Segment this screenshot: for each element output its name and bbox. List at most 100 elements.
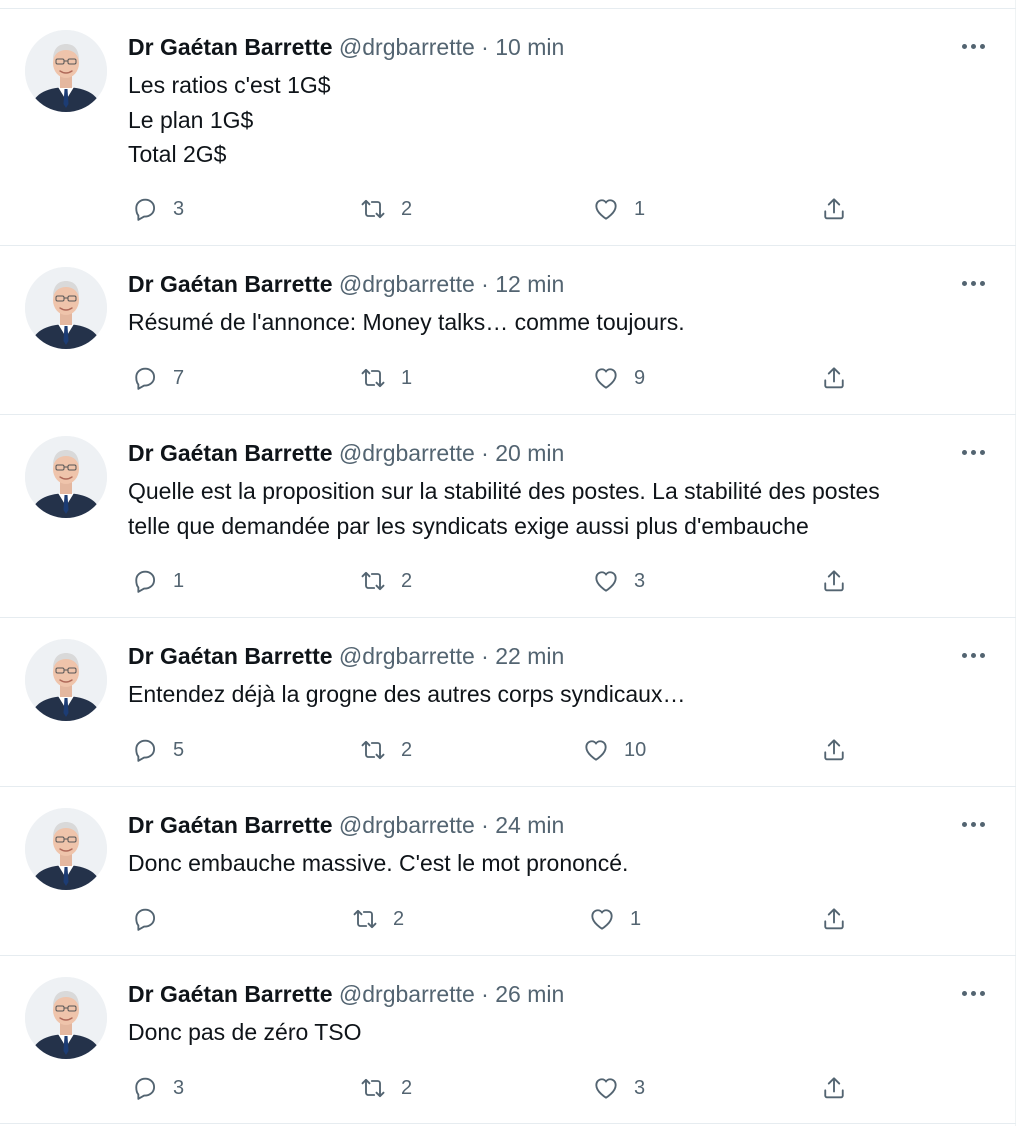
tweet-text: Les ratios c'est 1G$ Le plan 1G$ Total 2… — [128, 68, 331, 172]
reply-count: 7 — [173, 366, 185, 389]
more-icon[interactable] — [956, 817, 990, 831]
avatar[interactable] — [25, 30, 107, 112]
tweet-text: Entendez déjà la grogne des autres corps… — [128, 677, 685, 712]
separator: · — [481, 643, 489, 669]
author-name[interactable]: Dr Gaétan Barrette — [128, 981, 333, 1007]
tweet-actions: 3 2 1 — [128, 192, 868, 226]
like-count: 1 — [634, 197, 646, 220]
reply-button[interactable]: 3 — [131, 192, 184, 226]
retweet-count: 2 — [393, 907, 405, 930]
author-name[interactable]: Dr Gaétan Barrette — [128, 440, 333, 466]
tweet-text-line: telle que demandée par les syndicats exi… — [128, 512, 809, 539]
avatar[interactable] — [25, 639, 107, 721]
more-icon[interactable] — [956, 276, 990, 290]
retweet-count: 2 — [401, 1076, 413, 1099]
separator: · — [481, 812, 489, 838]
tweet-header: Dr Gaétan Barrette @drgbarrette · 22 min — [128, 642, 564, 670]
reply-icon — [131, 736, 159, 764]
tweet-text: Donc embauche massive. C'est le mot pron… — [128, 846, 628, 881]
like-button[interactable]: 9 — [592, 361, 645, 395]
like-button[interactable]: 1 — [592, 192, 645, 226]
author-name[interactable]: Dr Gaétan Barrette — [128, 643, 333, 669]
tweet[interactable]: Dr Gaétan Barrette @drgbarrette · 24 min… — [0, 786, 1016, 955]
author-handle[interactable]: @drgbarrette — [339, 440, 475, 466]
tweet-text: Donc pas de zéro TSO — [128, 1015, 362, 1050]
author-handle[interactable]: @drgbarrette — [339, 812, 475, 838]
like-count: 10 — [624, 738, 647, 761]
avatar[interactable] — [25, 808, 107, 890]
author-name[interactable]: Dr Gaétan Barrette — [128, 271, 333, 297]
retweet-count: 2 — [401, 738, 413, 761]
author-name[interactable]: Dr Gaétan Barrette — [128, 812, 333, 838]
share-button[interactable] — [820, 192, 848, 226]
share-button[interactable] — [820, 1071, 848, 1105]
tweet-header: Dr Gaétan Barrette @drgbarrette · 12 min — [128, 270, 564, 298]
reply-count: 5 — [173, 738, 185, 761]
like-count: 9 — [634, 366, 646, 389]
like-count: 3 — [634, 569, 646, 592]
tweet-actions: 7 1 9 — [128, 361, 868, 395]
share-button[interactable] — [820, 902, 848, 936]
avatar[interactable] — [25, 977, 107, 1059]
heart-icon — [592, 1074, 620, 1102]
author-name[interactable]: Dr Gaétan Barrette — [128, 34, 333, 60]
retweet-button[interactable]: 2 — [359, 1071, 412, 1105]
avatar[interactable] — [25, 436, 107, 518]
author-handle[interactable]: @drgbarrette — [339, 643, 475, 669]
tweet-time[interactable]: 24 min — [495, 812, 564, 838]
reply-count: 1 — [173, 569, 185, 592]
tweet[interactable]: Dr Gaétan Barrette @drgbarrette · 20 min… — [0, 414, 1016, 617]
tweet[interactable]: Dr Gaétan Barrette @drgbarrette · 26 min… — [0, 955, 1016, 1124]
retweet-icon — [359, 1074, 387, 1102]
like-button[interactable]: 3 — [592, 564, 645, 598]
reply-icon — [131, 364, 159, 392]
share-button[interactable] — [820, 564, 848, 598]
heart-icon — [592, 364, 620, 392]
more-icon[interactable] — [956, 986, 990, 1000]
reply-icon — [131, 1074, 159, 1102]
reply-button[interactable]: 1 — [131, 564, 184, 598]
reply-button[interactable] — [131, 902, 173, 936]
tweet-text-line: Les ratios c'est 1G$ — [128, 72, 331, 98]
reply-icon — [131, 195, 159, 223]
retweet-count: 1 — [401, 366, 413, 389]
reply-button[interactable]: 3 — [131, 1071, 184, 1105]
like-button[interactable]: 10 — [582, 733, 646, 767]
author-handle[interactable]: @drgbarrette — [339, 981, 475, 1007]
more-icon[interactable] — [956, 445, 990, 459]
avatar[interactable] — [25, 267, 107, 349]
share-button[interactable] — [820, 733, 848, 767]
reply-icon — [131, 567, 159, 595]
tweet-actions: 3 2 3 — [128, 1071, 868, 1105]
tweet-actions: 2 1 — [128, 902, 868, 936]
author-handle[interactable]: @drgbarrette — [339, 271, 475, 297]
tweet-time[interactable]: 10 min — [495, 34, 564, 60]
more-icon[interactable] — [956, 39, 990, 53]
tweet-text-line: Donc embauche massive. C'est le mot pron… — [128, 850, 629, 876]
retweet-button[interactable]: 1 — [359, 361, 412, 395]
reply-button[interactable]: 7 — [131, 361, 184, 395]
retweet-button[interactable]: 2 — [359, 733, 412, 767]
tweet[interactable]: Dr Gaétan Barrette @drgbarrette · 12 min… — [0, 245, 1016, 414]
tweet[interactable]: Dr Gaétan Barrette @drgbarrette · 22 min… — [0, 617, 1016, 786]
retweet-button[interactable]: 2 — [351, 902, 404, 936]
tweet-time[interactable]: 26 min — [495, 981, 564, 1007]
more-icon[interactable] — [956, 648, 990, 662]
like-button[interactable]: 1 — [588, 902, 641, 936]
tweet-time[interactable]: 20 min — [495, 440, 564, 466]
like-button[interactable]: 3 — [592, 1071, 645, 1105]
share-button[interactable] — [820, 361, 848, 395]
tweet[interactable]: Dr Gaétan Barrette @drgbarrette · 10 min… — [0, 8, 1016, 245]
tweet-time[interactable]: 22 min — [495, 643, 564, 669]
author-handle[interactable]: @drgbarrette — [339, 34, 475, 60]
tweet-time[interactable]: 12 min — [495, 271, 564, 297]
retweet-button[interactable]: 2 — [359, 564, 412, 598]
timeline: Dr Gaétan Barrette @drgbarrette · 10 min… — [0, 0, 1016, 1126]
tweet-text-line: Entendez déjà la grogne des autres corps… — [128, 681, 686, 707]
tweet-text-line: Le plan 1G$ — [128, 106, 254, 133]
tweet-text-line: Résumé de l'annonce: Money talks… comme … — [128, 309, 685, 335]
retweet-button[interactable]: 2 — [359, 192, 412, 226]
reply-count: 3 — [173, 1076, 185, 1099]
reply-button[interactable]: 5 — [131, 733, 184, 767]
separator: · — [481, 34, 489, 60]
